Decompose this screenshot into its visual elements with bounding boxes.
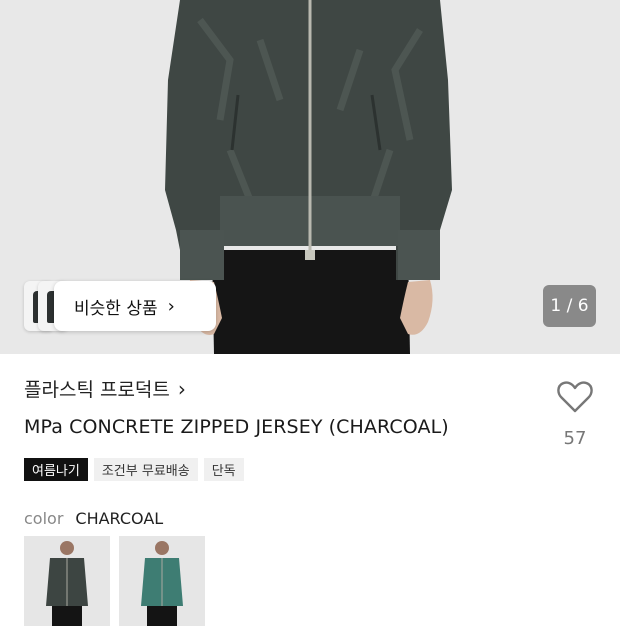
color-label: color (24, 509, 64, 528)
similar-products-button[interactable]: 비슷한 상품 › (54, 281, 216, 331)
color-options (24, 536, 205, 626)
color-option-charcoal[interactable] (24, 536, 110, 626)
chevron-right-icon: › (167, 295, 175, 317)
tag-exclusive: 단독 (203, 458, 244, 481)
similar-products-label: 비슷한 상품 (74, 298, 158, 319)
like-button[interactable] (554, 380, 596, 414)
product-image-gallery[interactable]: 비슷한 상품 › 1 / 6 (0, 0, 620, 354)
tag-free-shipping: 조건부 무료배송 (93, 458, 198, 481)
brand-link[interactable]: 플라스틱 프로덕트 › (24, 375, 186, 402)
green-jacket-thumbnail (119, 536, 205, 626)
chevron-right-icon: › (177, 376, 186, 401)
product-tags: 여름나기 조건부 무료배송 단독 (24, 458, 244, 481)
brand-name: 플라스틱 프로덕트 (24, 379, 170, 401)
color-option-green[interactable] (119, 536, 205, 626)
selected-color-value: CHARCOAL (75, 509, 164, 528)
color-selector-label: color CHARCOAL (24, 509, 163, 528)
image-page-counter: 1 / 6 (543, 285, 596, 327)
tag-summer: 여름나기 (24, 458, 88, 481)
product-title: MPa CONCRETE ZIPPED JERSEY (CHARCOAL) (24, 416, 449, 438)
heart-icon (557, 381, 593, 413)
like-count: 57 (563, 428, 587, 449)
charcoal-jacket-thumbnail (24, 536, 110, 626)
